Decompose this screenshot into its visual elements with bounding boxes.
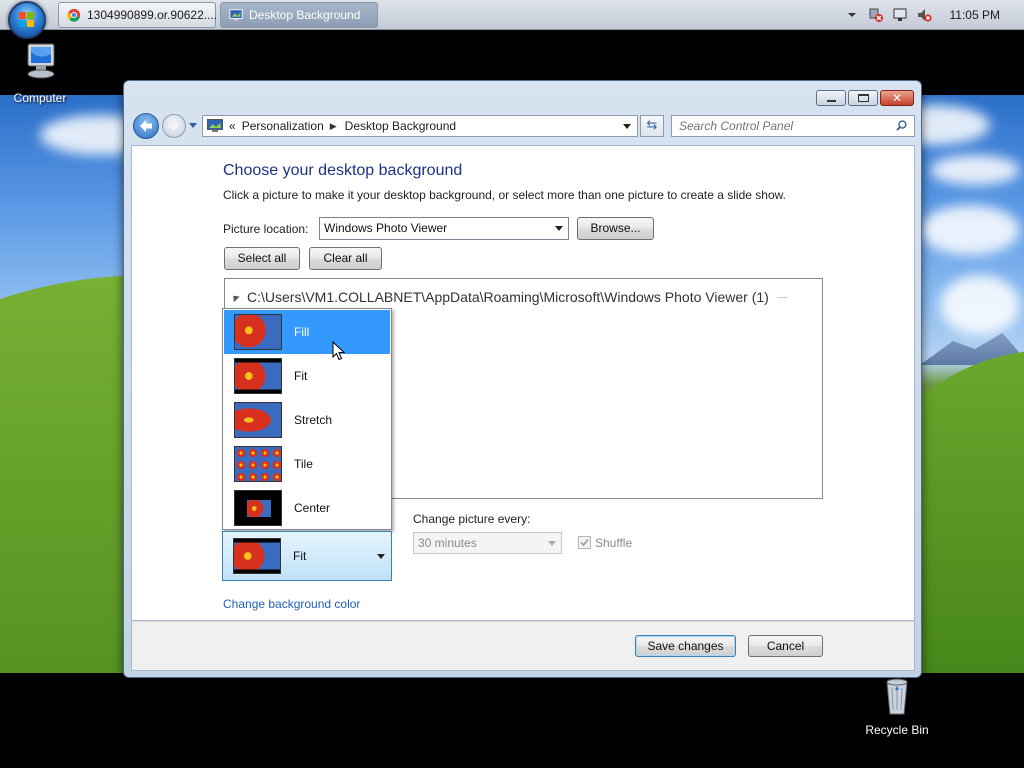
network-error-icon[interactable] [868, 7, 884, 23]
fill-thumbnail [234, 314, 282, 350]
center-image [247, 500, 271, 517]
fit-thumbnail [234, 358, 282, 394]
shuffle-label: Shuffle [595, 536, 633, 550]
mouse-cursor-icon [332, 341, 346, 361]
browse-button[interactable]: Browse... [577, 217, 654, 240]
center-thumbnail [234, 490, 282, 526]
cancel-button[interactable]: Cancel [748, 635, 823, 657]
minimize-button[interactable] [816, 90, 846, 106]
change-picture-interval-value: 30 minutes [418, 536, 477, 550]
volume-muted-icon[interactable] [916, 7, 932, 23]
breadcrumb-desktop-background[interactable]: Desktop Background [345, 119, 456, 133]
page-title: Choose your desktop background [223, 162, 463, 179]
picture-position-dropdown-list: Fill Fit Stretch Tile Center [222, 308, 392, 530]
selected-position-thumbnail [233, 538, 281, 574]
position-option-tile[interactable]: Tile [224, 442, 390, 486]
stretch-thumbnail [234, 402, 282, 438]
system-tray: 11:05 PM [844, 0, 1024, 30]
close-button[interactable]: ✕ [880, 90, 914, 106]
dialog-footer: Save changes Cancel [131, 621, 915, 671]
address-bar[interactable]: « Personalization ▶ Desktop Background [202, 115, 638, 137]
save-changes-button[interactable]: Save changes [635, 635, 736, 657]
position-option-label: Stretch [294, 413, 333, 427]
back-button[interactable] [133, 113, 159, 139]
control-panel-icon [229, 9, 243, 21]
breadcrumb-overflow[interactable]: « [229, 119, 236, 133]
chrome-icon [67, 8, 81, 22]
tile-thumbnail [234, 446, 282, 482]
taskbar-button-desktop-background[interactable]: Desktop Background [220, 2, 378, 28]
position-option-fit[interactable]: Fit [224, 354, 390, 398]
minimize-icon [827, 100, 836, 102]
forward-button[interactable] [162, 114, 186, 138]
chevron-down-icon [548, 541, 556, 546]
change-picture-label: Change picture every: [413, 512, 531, 526]
taskbar: 1304990899.or.90622.... Desktop Backgrou… [0, 0, 1024, 30]
taskbar-button-chrome[interactable]: 1304990899.or.90622.... [58, 2, 218, 28]
picture-location-label: Picture location: [223, 222, 309, 236]
refresh-button[interactable]: ⇆ [640, 115, 664, 137]
position-option-stretch[interactable]: Stretch [224, 398, 390, 442]
folder-path: C:\Users\VM1.COLLABNET\AppData\Roaming\M… [247, 289, 769, 305]
refresh-icon: ⇆ [646, 118, 658, 133]
picture-position-value: Fit [293, 549, 307, 563]
picture-location-value: Windows Photo Viewer [324, 221, 448, 235]
position-option-label: Center [294, 501, 331, 515]
close-icon: ✕ [892, 91, 903, 105]
shuffle-checkbox [578, 536, 591, 549]
search-box[interactable] [671, 115, 915, 137]
control-panel-icon [207, 119, 223, 132]
breadcrumb-personalization[interactable]: Personalization [242, 119, 324, 133]
clock[interactable]: 11:05 PM [950, 8, 1000, 22]
chevron-down-icon [555, 226, 563, 231]
position-option-label: Fit [294, 369, 308, 383]
group-divider [776, 296, 787, 298]
recycle-bin-icon [886, 678, 908, 715]
monitor-icon[interactable] [892, 7, 908, 23]
taskbar-button-label: 1304990899.or.90622.... [87, 8, 218, 22]
change-picture-interval-select: 30 minutes [413, 532, 562, 554]
desktop-icon-label: Recycle Bin [865, 723, 929, 737]
folder-group-header[interactable]: C:\Users\VM1.COLLABNET\AppData\Roaming\M… [230, 289, 787, 305]
collapse-icon[interactable] [230, 292, 240, 302]
maximize-icon [858, 94, 869, 102]
taskbar-button-label: Desktop Background [249, 8, 361, 22]
search-input[interactable] [672, 116, 882, 136]
page-subtitle: Click a picture to make it your desktop … [223, 188, 786, 202]
clear-all-button[interactable]: Clear all [309, 247, 382, 270]
position-option-label: Tile [294, 457, 313, 471]
position-option-label: Fill [294, 325, 310, 339]
chevron-up-icon[interactable] [844, 7, 860, 23]
desktop-icon-label: Computer [13, 91, 67, 105]
back-arrow-icon [140, 120, 152, 132]
position-option-fill[interactable]: Fill [224, 310, 390, 354]
select-all-button[interactable]: Select all [224, 247, 300, 270]
breadcrumb-separator-icon[interactable]: ▶ [330, 121, 337, 132]
desktop-icon-computer[interactable]: Computer [0, 40, 80, 105]
change-background-color-link[interactable]: Change background color [223, 597, 360, 611]
picture-position-select[interactable]: Fit [222, 531, 392, 581]
checkmark-icon [580, 538, 589, 547]
desktop-icon-recycle-bin[interactable]: Recycle Bin [857, 676, 937, 737]
position-option-center[interactable]: Center [224, 486, 390, 530]
start-button[interactable] [8, 1, 46, 39]
maximize-button[interactable] [848, 90, 878, 106]
chevron-down-icon [377, 554, 385, 559]
windows-logo-icon [19, 12, 35, 28]
search-icon[interactable] [896, 120, 907, 131]
computer-icon [27, 43, 55, 79]
forward-arrow-icon [168, 120, 179, 132]
recent-pages-dropdown[interactable] [189, 123, 197, 128]
picture-location-select[interactable]: Windows Photo Viewer [319, 217, 569, 240]
address-dropdown-icon[interactable] [623, 124, 631, 129]
